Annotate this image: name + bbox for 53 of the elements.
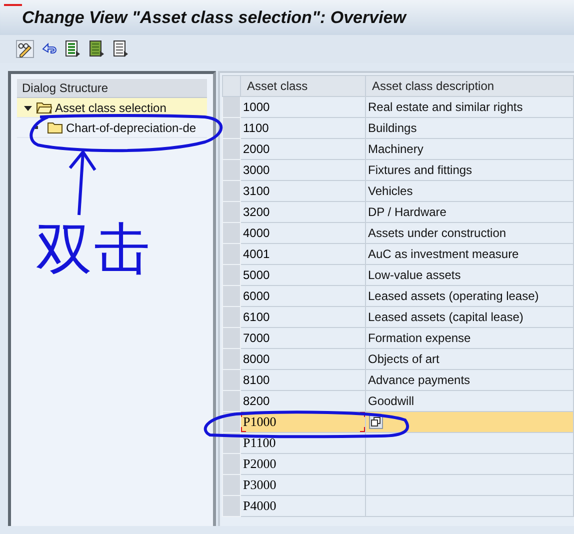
table-cell: Advance payments (366, 370, 574, 390)
table-cell: Real estate and similar rights (366, 96, 574, 118)
table-row[interactable]: 2000 Machinery (222, 138, 574, 160)
table-cell: 6100 (240, 306, 366, 328)
table-row[interactable]: 1000 Real estate and similar rights (222, 96, 574, 118)
table-cell: 8200 (240, 390, 366, 412)
input-field[interactable]: P2000 (240, 454, 366, 474)
table-row[interactable]: 8000 Objects of art (222, 348, 574, 370)
table-cell: 6000 (240, 286, 366, 306)
table-row[interactable]: 4000 Assets under construction (222, 222, 574, 244)
table-cell: Low-value assets (366, 264, 574, 286)
table-cell: Leased assets (operating lease) (366, 286, 574, 306)
table-cell: Vehicles (366, 180, 574, 202)
tree-node[interactable]: Chart-of-depreciation-de (17, 118, 207, 138)
table-cell: Formation expense (366, 328, 574, 348)
table-row[interactable]: 5000 Low-value assets (222, 264, 574, 286)
table-cell: 7000 (240, 328, 366, 348)
table-row[interactable]: 3200 DP / Hardware (222, 202, 574, 222)
table-row[interactable]: 3000 Fixtures and fittings (222, 160, 574, 180)
table-cell: DP / Hardware (366, 202, 574, 222)
table-cell: 2000 (240, 138, 366, 160)
input-field[interactable]: P4000 (240, 496, 366, 516)
table-row[interactable]: 6100 Leased assets (capital lease) (222, 306, 574, 328)
table-row[interactable]: 4001 AuC as investment measure (222, 244, 574, 264)
table-cell: 1100 (240, 118, 366, 138)
input-field[interactable]: P1100 (240, 432, 366, 454)
table-cell: Machinery (366, 138, 574, 160)
table-row[interactable]: 6000 Leased assets (operating lease) (222, 286, 574, 306)
column-header[interactable]: Asset class (240, 76, 366, 96)
window-title: Change View "Asset class selection": Overview (22, 8, 406, 28)
table-row[interactable]: 8100 Advance payments (222, 370, 574, 390)
table-cell: 4001 (240, 244, 366, 264)
table-cell: Buildings (366, 118, 574, 138)
table-row[interactable]: 1100 Buildings (222, 118, 574, 138)
handwritten-note: 双击 (36, 222, 152, 278)
table-row[interactable]: 3100 Vehicles (222, 180, 574, 202)
table-cell: 8100 (240, 370, 366, 390)
table-cell: 8000 (240, 348, 366, 370)
table-cell: 3100 (240, 180, 366, 202)
column-header[interactable]: Asset class description (366, 76, 574, 96)
table-row[interactable]: 7000 Formation expense (222, 328, 574, 348)
table-cell: 3000 (240, 160, 366, 180)
table-cell: Fixtures and fittings (366, 160, 574, 180)
table-cell: 1000 (240, 96, 366, 118)
input-field[interactable]: P3000 (240, 474, 366, 496)
panel-header: Dialog Structure (17, 79, 207, 98)
table-cell: 5000 (240, 264, 366, 286)
table-cell: 3200 (240, 202, 366, 222)
table-cell: AuC as investment measure (366, 244, 574, 264)
table-cell: 4000 (240, 222, 366, 244)
table-cell: Assets under construction (366, 222, 574, 244)
table-cell: Objects of art (366, 348, 574, 370)
table-cell: Leased assets (capital lease) (366, 306, 574, 328)
